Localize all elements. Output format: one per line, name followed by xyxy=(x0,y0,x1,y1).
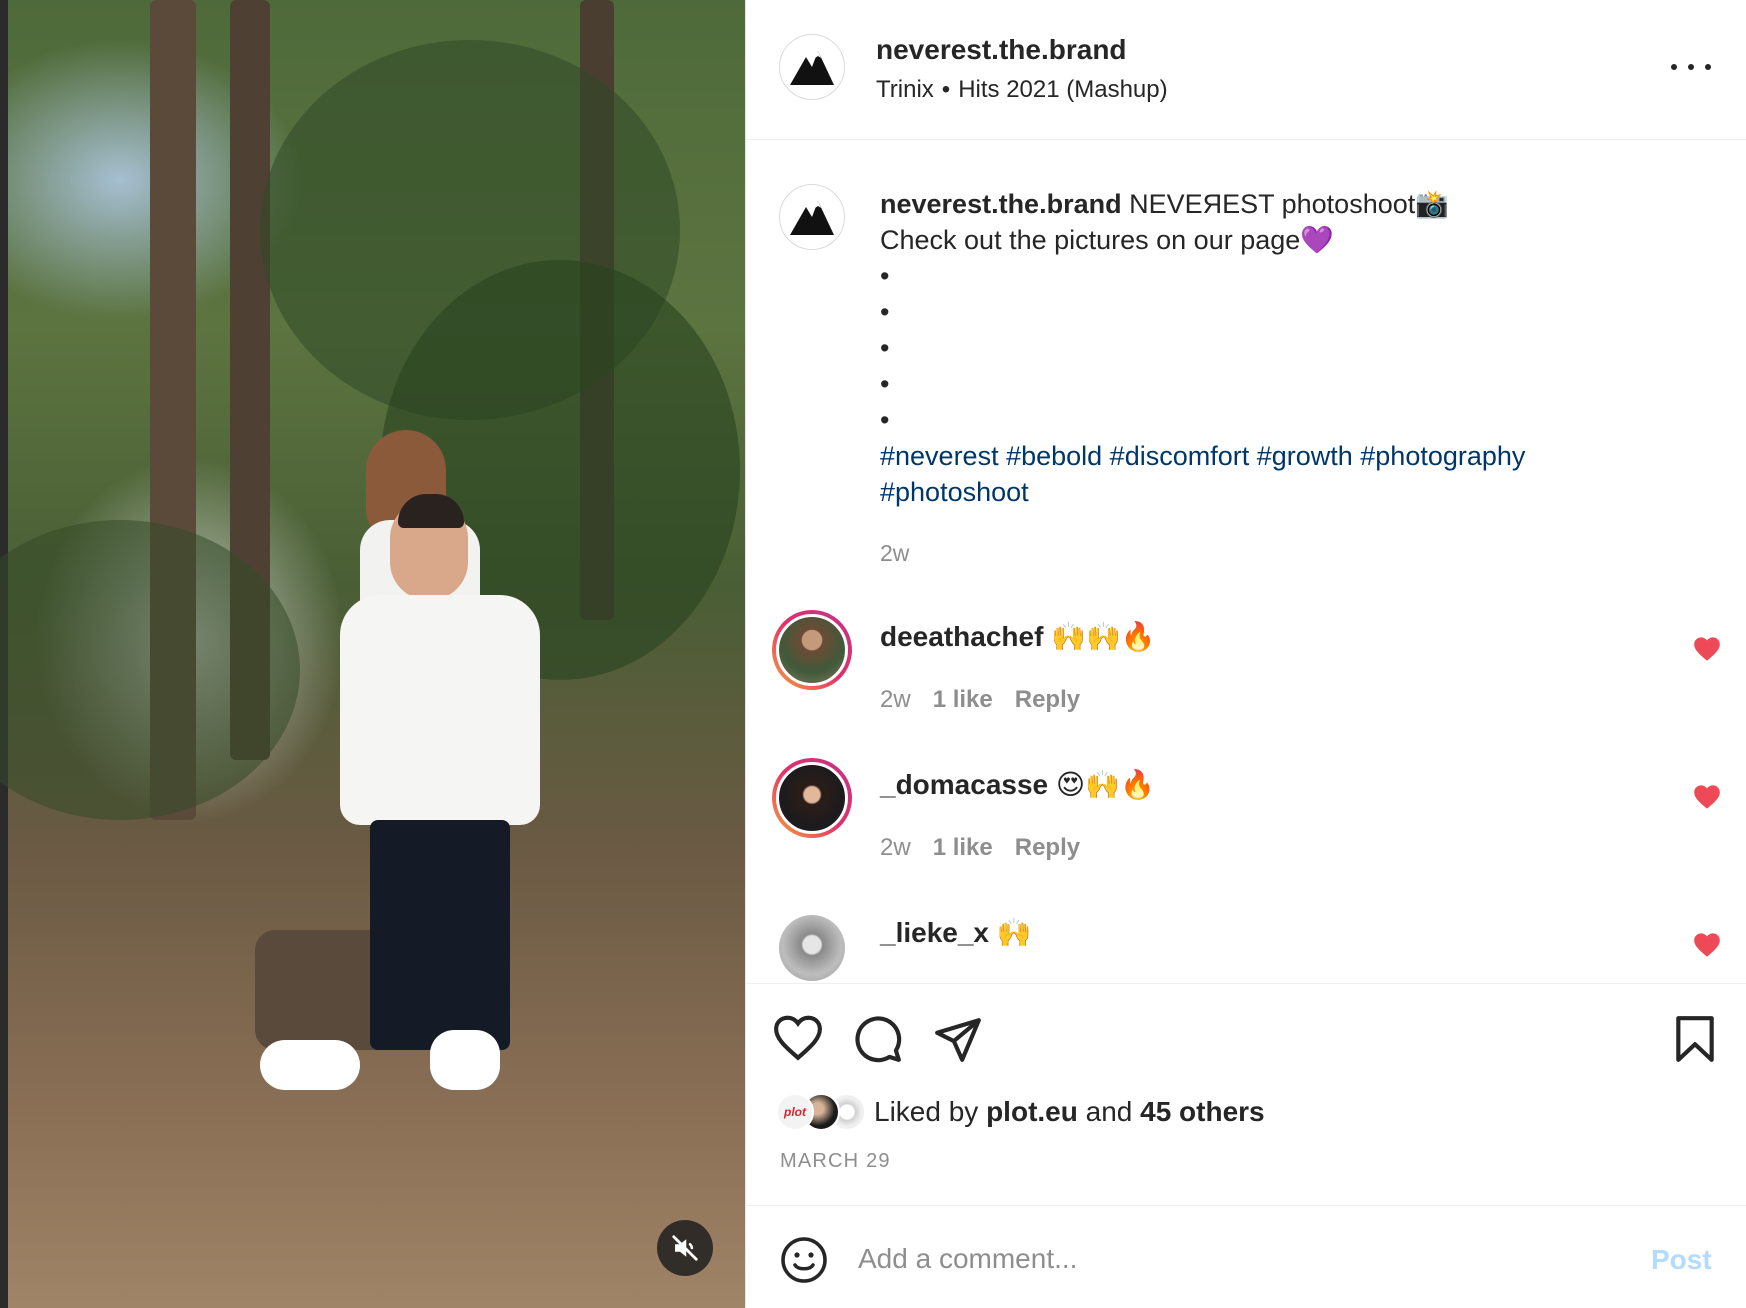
comment-text: deeathachef 🙌🙌🔥 xyxy=(880,620,1156,653)
caption-hashtags[interactable]: #neverest #bebold #discomfort #growth #p… xyxy=(880,438,1700,474)
commenter-avatar[interactable] xyxy=(772,758,852,838)
heart-outline-icon[interactable] xyxy=(773,1014,823,1064)
comment-body: 😍🙌🔥 xyxy=(1048,769,1155,800)
caption-line1: NEVEЯEST photoshoot📸 xyxy=(1121,189,1449,219)
caption-bullets: • • • • • xyxy=(880,258,1700,438)
comment-time[interactable]: 2w xyxy=(880,834,911,861)
speaker-muted-icon xyxy=(672,1235,698,1261)
comment-like-count[interactable]: 1 like xyxy=(933,686,993,713)
comment-item: deeathachef 🙌🙌🔥 2w 1 like Reply xyxy=(746,610,1746,740)
header-avatar[interactable] xyxy=(779,34,845,100)
audio-artist[interactable]: Trinix xyxy=(876,76,934,103)
comment-like-count[interactable]: 1 like xyxy=(933,834,993,861)
liker-avatar[interactable]: plot xyxy=(776,1093,814,1131)
mountain-logo-icon xyxy=(790,51,834,85)
audio-track[interactable]: Hits 2021 (Mashup) xyxy=(958,76,1167,103)
caption-bullet: • xyxy=(880,333,890,363)
likes-user[interactable]: plot.eu xyxy=(986,1096,1078,1127)
audio-separator: • xyxy=(941,76,951,103)
comment-meta: 2w 1 like Reply xyxy=(880,834,1102,862)
comment-body: 🙌 xyxy=(989,917,1032,948)
heart-filled-icon[interactable] xyxy=(1693,636,1721,662)
caption-avatar[interactable] xyxy=(779,184,845,250)
post-header: neverest.the.brand Trinix • Hits 2021 (Mas… xyxy=(746,0,1746,140)
likes-text[interactable]: Liked by plot.eu and 45 others xyxy=(874,1096,1265,1128)
paper-plane-icon[interactable] xyxy=(933,1014,983,1064)
more-options-button[interactable] xyxy=(1671,55,1711,79)
comment-text: _domacasse 😍🙌🔥 xyxy=(880,768,1155,801)
post-detail-panel: neverest.the.brand Trinix • Hits 2021 (Mas… xyxy=(745,0,1746,1308)
likes-summary: plot Liked by plot.eu and 45 others xyxy=(776,1092,1265,1132)
caption-hashtags[interactable]: #photoshoot xyxy=(880,474,1700,510)
caption-username[interactable]: neverest.the.brand xyxy=(880,189,1122,219)
more-dot xyxy=(1688,64,1694,70)
post-video[interactable] xyxy=(0,0,745,1308)
comment-meta: 2w 1 like Reply xyxy=(880,686,1102,714)
audio-attribution[interactable]: Trinix • Hits 2021 (Mashup) xyxy=(876,76,1168,104)
smiley-icon[interactable] xyxy=(780,1236,828,1284)
liker-avatar-label: plot xyxy=(784,1105,806,1119)
speech-bubble-icon[interactable] xyxy=(853,1014,903,1064)
more-horizontal-icon xyxy=(1671,64,1677,70)
comment-item: _domacasse 😍🙌🔥 2w 1 like Reply xyxy=(746,758,1746,888)
caption-bullet: • xyxy=(880,405,890,435)
comment-item: _lieke_x 🙌 xyxy=(746,906,1746,982)
comment-username[interactable]: _domacasse xyxy=(880,769,1048,800)
more-dot xyxy=(1705,64,1711,70)
comment-username[interactable]: _lieke_x xyxy=(880,917,989,948)
header-username[interactable]: neverest.the.brand xyxy=(876,34,1127,66)
comment-composer: Post xyxy=(746,1205,1746,1308)
likes-others[interactable]: 45 others xyxy=(1140,1096,1265,1127)
commenter-avatar[interactable] xyxy=(779,915,845,981)
comment-username[interactable]: deeathachef xyxy=(880,621,1043,652)
comment-time[interactable]: 2w xyxy=(880,686,911,713)
action-bar xyxy=(746,983,1746,1105)
mute-button[interactable] xyxy=(657,1220,713,1276)
reply-button[interactable]: Reply xyxy=(1015,686,1080,713)
man-figure xyxy=(260,494,550,1100)
post-caption: neverest.the.brand NEVEЯEST photoshoot📸 … xyxy=(880,186,1700,510)
mountain-logo-icon xyxy=(790,201,834,235)
heart-filled-icon[interactable] xyxy=(1693,932,1721,958)
reply-button[interactable]: Reply xyxy=(1015,834,1080,861)
comment-input[interactable] xyxy=(858,1234,1558,1284)
comment-body: 🙌🙌🔥 xyxy=(1043,621,1156,652)
post-comment-button[interactable]: Post xyxy=(1651,1244,1712,1276)
commenter-avatar[interactable] xyxy=(772,610,852,690)
bookmark-icon[interactable] xyxy=(1670,1014,1720,1064)
post-date[interactable]: MARCH 29 xyxy=(780,1150,891,1173)
caption-bullet: • xyxy=(880,369,890,399)
comment-text: _lieke_x 🙌 xyxy=(880,916,1032,949)
caption-bullet: • xyxy=(880,297,890,327)
caption-timestamp[interactable]: 2w xyxy=(880,540,909,567)
likes-middle: and xyxy=(1077,1096,1141,1127)
likes-prefix: Liked by xyxy=(874,1096,987,1127)
heart-filled-icon[interactable] xyxy=(1693,784,1721,810)
caption-bullet: • xyxy=(880,261,890,291)
caption-line2: Check out the pictures on our page💜 xyxy=(880,225,1334,255)
